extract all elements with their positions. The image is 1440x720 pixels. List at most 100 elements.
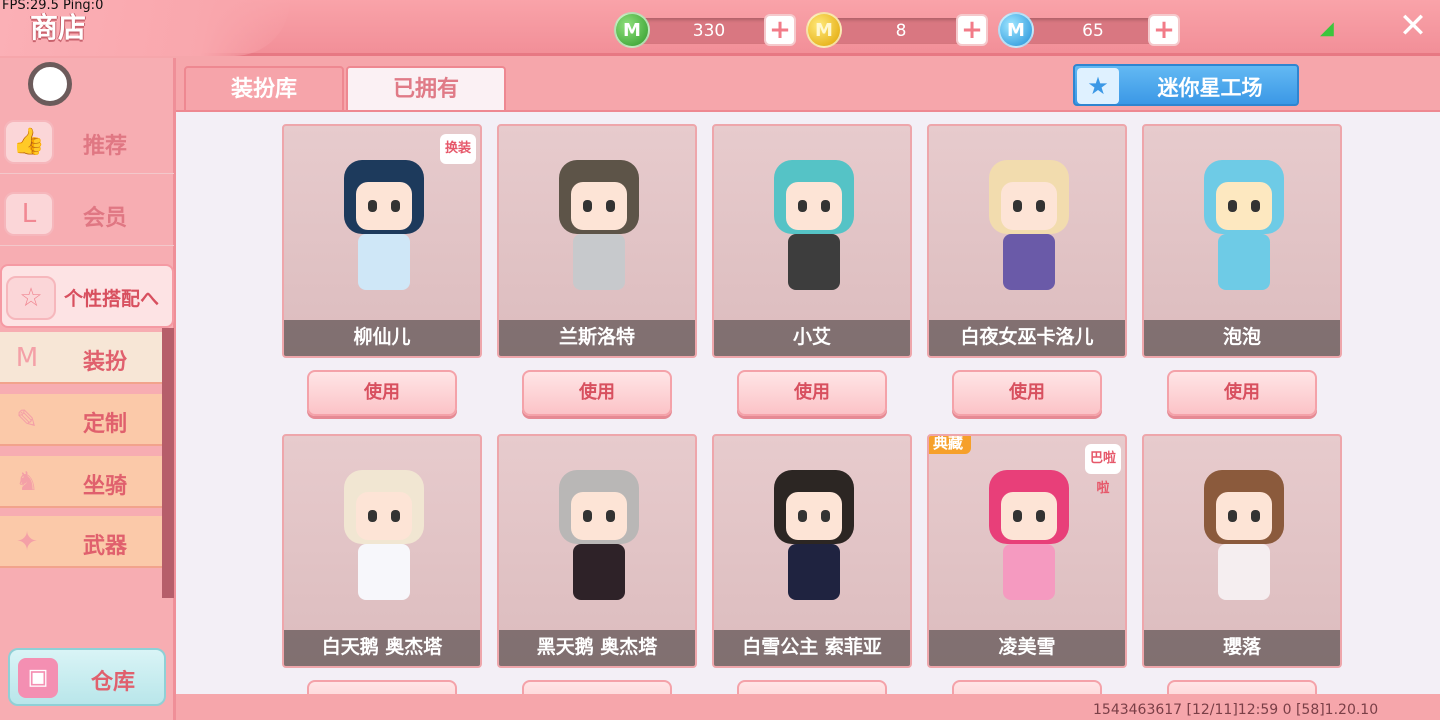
sidebar-sub-item-outfit[interactable]: M 装扮 (0, 332, 162, 384)
sidebar-sub-item-custom[interactable]: ✎ 定制 (0, 394, 162, 446)
character-eye (583, 510, 592, 522)
outfit-card[interactable]: 典藏 巴啦啦 凌美雪 (927, 434, 1127, 668)
use-button[interactable]: 使用 (952, 370, 1102, 416)
outfit-card[interactable]: 兰斯洛特 (497, 124, 697, 358)
outfit-card[interactable]: 换装 柳仙儿 (282, 124, 482, 358)
use-button[interactable]: 使用 (522, 370, 672, 416)
character-outfit (1218, 544, 1270, 600)
character-eye (821, 200, 830, 212)
outfit-name: 白雪公主 索菲亚 (714, 630, 910, 666)
character-outfit (1003, 544, 1055, 600)
character-outfit (573, 234, 625, 290)
sidebar-sub-item-label: 武器 (82, 534, 127, 559)
outfit-card[interactable]: 小艾 (712, 124, 912, 358)
character-eye (391, 510, 400, 522)
add-blue-coin-button[interactable]: + (1148, 14, 1180, 46)
character-face (1001, 182, 1057, 230)
sidebar-sub-item-mount[interactable]: ♞ 坐骑 (0, 456, 162, 508)
character-face (356, 182, 412, 230)
outfit-card[interactable]: 瓔落 (1142, 434, 1342, 668)
character-outfit (788, 544, 840, 600)
sidebar: 👍 推荐 L 会员 ☆ 个性搭配へ M 装扮 ✎ 定制 ♞ 坐骑 ✦ 武器 (0, 58, 176, 720)
use-button[interactable]: 使用 (737, 370, 887, 416)
tab-outfit-library[interactable]: 装扮库 (184, 66, 344, 112)
character-face (356, 492, 412, 540)
corner-badge: 换装 (440, 134, 476, 164)
character-eye (1251, 510, 1260, 522)
currency-gold: M 8 + (806, 10, 996, 50)
character-outfit (788, 234, 840, 290)
character-outfit (1003, 234, 1055, 290)
outfit-name: 小艾 (714, 320, 910, 356)
outfit-name: 兰斯洛特 (499, 320, 695, 356)
warehouse-label: 仓库 (90, 670, 135, 695)
outfit-name: 黑天鹅 奥杰塔 (499, 630, 695, 666)
character-eye (606, 510, 615, 522)
outfit-name: 白夜女巫卡洛儿 (929, 320, 1125, 356)
character-eye (1228, 510, 1237, 522)
corner-badge: 巴啦啦 (1085, 444, 1121, 496)
currency-blue: M 65 + (998, 10, 1188, 50)
sidebar-item-recommend[interactable]: 👍 推荐 (0, 110, 174, 174)
warehouse-icon: ▣ (18, 658, 58, 698)
star-icon: ☆ (6, 276, 56, 320)
outfit-card[interactable]: 白天鹅 奥杰塔 (282, 434, 482, 668)
tab-owned[interactable]: 已拥有 (346, 66, 506, 112)
use-button-partial[interactable] (307, 680, 457, 694)
use-button-partial[interactable] (737, 680, 887, 694)
sidebar-item-label: 个性搭配へ (64, 288, 160, 310)
character-face (571, 182, 627, 230)
use-button-partial[interactable] (952, 680, 1102, 694)
outfit-card[interactable]: 黑天鹅 奥杰塔 (497, 434, 697, 668)
warehouse-button[interactable]: ▣ 仓库 (8, 648, 166, 706)
add-gold-coin-button[interactable]: + (956, 14, 988, 46)
character-eye (368, 200, 377, 212)
sidebar-item-label: 推荐 (82, 134, 127, 159)
sidebar-sub-item-label: 坐骑 (82, 474, 127, 499)
use-button-partial[interactable] (522, 680, 672, 694)
sidebar-sub-item-weapon[interactable]: ✦ 武器 (0, 516, 162, 568)
character-outfit (358, 234, 410, 290)
character-eye (798, 200, 807, 212)
debug-overlay: FPS:29.5 Ping:0 (2, 0, 104, 13)
character-figure (979, 460, 1079, 620)
pencil-icon: ✎ (16, 405, 38, 435)
character-figure (979, 150, 1079, 310)
outfit-card[interactable]: 白雪公主 索菲亚 (712, 434, 912, 668)
currency-value: 8 (895, 21, 907, 41)
workshop-label: 迷你星工场 (1157, 76, 1263, 100)
close-button[interactable]: ✕ (1396, 8, 1430, 44)
outfit-grid-panel: 换装 柳仙儿 兰斯洛特 小艾 白夜女巫卡洛儿 泡泡 使用 使用 使用 使用 使用 … (176, 110, 1440, 694)
character-outfit (573, 544, 625, 600)
outfit-card[interactable]: 泡泡 (1142, 124, 1342, 358)
character-figure (549, 460, 649, 620)
character-face (786, 182, 842, 230)
outfit-name: 瓔落 (1144, 630, 1340, 666)
character-eye (1251, 200, 1260, 212)
character-figure (1194, 460, 1294, 620)
use-button[interactable]: 使用 (307, 370, 457, 416)
character-eye (391, 200, 400, 212)
add-green-gem-button[interactable]: + (764, 14, 796, 46)
character-face (1001, 492, 1057, 540)
outfit-name: 泡泡 (1144, 320, 1340, 356)
star-icon: ★ (1077, 68, 1119, 104)
sidebar-item-personal-style[interactable]: ☆ 个性搭配へ (0, 264, 174, 328)
outfit-card[interactable]: 白夜女巫卡洛儿 (927, 124, 1127, 358)
signal-icon: ◢ (1320, 18, 1334, 39)
build-info: 1543463617 [12/11]12:59 0 [58]1.20.10 (1093, 702, 1379, 718)
character-eye (368, 510, 377, 522)
use-button[interactable]: 使用 (1167, 370, 1317, 416)
sidebar-item-label: 会员 (82, 206, 127, 231)
sidebar-item-membership[interactable]: L 会员 (0, 182, 174, 246)
membership-icon: L (4, 192, 54, 236)
character-face (1216, 182, 1272, 230)
thumbs-up-icon: 👍 (4, 120, 54, 164)
outfit-name: 白天鹅 奥杰塔 (284, 630, 480, 666)
shirt-icon: M (15, 343, 39, 373)
use-button-partial[interactable] (1167, 680, 1317, 694)
character-eye (1036, 200, 1045, 212)
character-figure (1194, 150, 1294, 310)
mini-star-workshop-button[interactable]: ★ 迷你星工场 (1073, 64, 1299, 106)
menu-round-button[interactable] (28, 62, 72, 106)
